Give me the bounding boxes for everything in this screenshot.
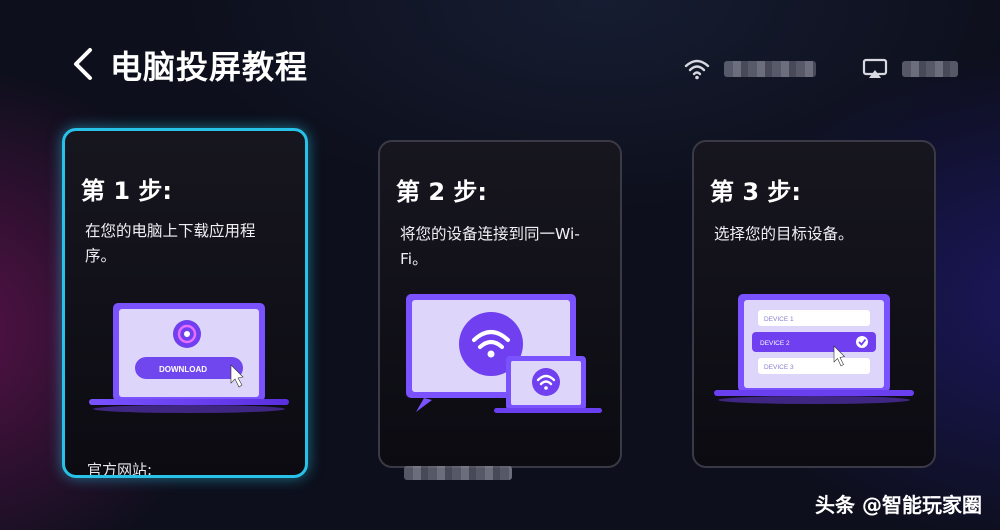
device-1-label: DEVICE 1: [764, 316, 794, 323]
step-card-2[interactable]: 第 2 步: 将您的设备连接到同一Wi-Fi。: [378, 140, 622, 468]
watermark: 头条 @智能玩家圈: [815, 493, 982, 517]
wifi-status: [684, 58, 816, 80]
device-name-redacted: [902, 61, 958, 77]
screen-cast-icon: [862, 58, 888, 78]
wifi-icon: [684, 59, 710, 80]
laptop-device-list-illustration: DEVICE 1 DEVICE 2 DEVICE 3: [714, 294, 914, 404]
step-title: 第 1 步:: [81, 177, 173, 205]
step-title: 第 2 步:: [396, 178, 488, 206]
laptop-download-illustration: DOWNLOAD: [89, 303, 289, 413]
step-card-3[interactable]: 第 3 步: 选择您的目标设备。 DEVICE 1 DEVICE 2 DEVIC…: [692, 140, 936, 468]
wifi-name-redacted: [724, 61, 816, 77]
device-2-label: DEVICE 2: [760, 340, 790, 347]
chevron-left-icon: [74, 48, 92, 80]
step-description: 将您的设备连接到同一Wi-Fi。: [400, 225, 580, 268]
back-button[interactable]: [66, 44, 102, 84]
step-description: 选择您的目标设备。: [714, 225, 854, 243]
download-button-label: DOWNLOAD: [159, 365, 207, 374]
cast-status: [862, 58, 958, 80]
device-3-label: DEVICE 3: [764, 364, 794, 371]
page-title: 电脑投屏教程: [110, 48, 309, 86]
step-description: 在您的电脑上下载应用程序。: [85, 222, 256, 265]
tv-and-laptop-wifi-illustration: [406, 294, 602, 413]
step-card-1[interactable]: 第 1 步: 在您的电脑上下载应用程序。 DOWNLOAD 官方网站:: [62, 128, 308, 478]
website-url-redacted: [404, 466, 512, 480]
official-website-label: 官方网站:: [87, 461, 153, 478]
step-title: 第 3 步:: [710, 178, 802, 206]
